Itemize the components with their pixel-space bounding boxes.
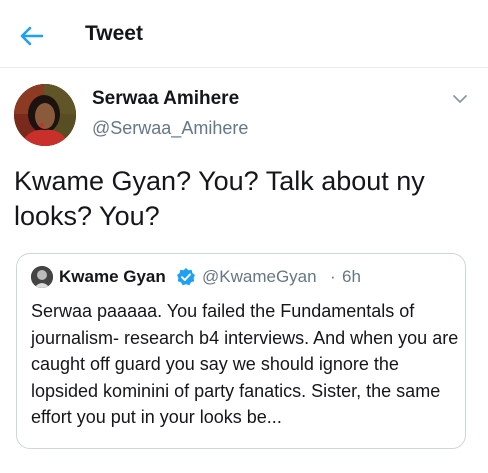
quoted-author-handle: @KwameGyan	[202, 267, 317, 286]
page-title: Tweet	[85, 22, 143, 45]
quoted-author-name: Kwame Gyan	[59, 267, 166, 286]
tweet-menu-button[interactable]	[451, 92, 469, 106]
tweet-text: Kwame Gyan? You? Talk about ny looks? Yo…	[14, 166, 425, 231]
top-bar: Tweet	[0, 0, 488, 68]
quoted-tweet[interactable]: Kwame Gyan @KwameGyan · 6h Serwaa paaaaa…	[16, 253, 466, 449]
quoted-tweet-text: Serwaa paaaaa. You failed the Fundamenta…	[31, 301, 459, 427]
chevron-down-icon	[453, 95, 467, 103]
arrow-left-icon	[20, 26, 44, 46]
author-handle[interactable]: @Serwaa_Amihere	[92, 118, 248, 139]
verified-badge-icon	[176, 267, 196, 287]
quoted-avatar	[31, 266, 53, 288]
separator-dot: ·	[330, 267, 336, 286]
avatar[interactable]	[14, 84, 76, 146]
back-button[interactable]	[18, 22, 46, 50]
quoted-timestamp: 6h	[342, 267, 361, 286]
author-name[interactable]: Serwaa Amihere	[92, 88, 239, 110]
